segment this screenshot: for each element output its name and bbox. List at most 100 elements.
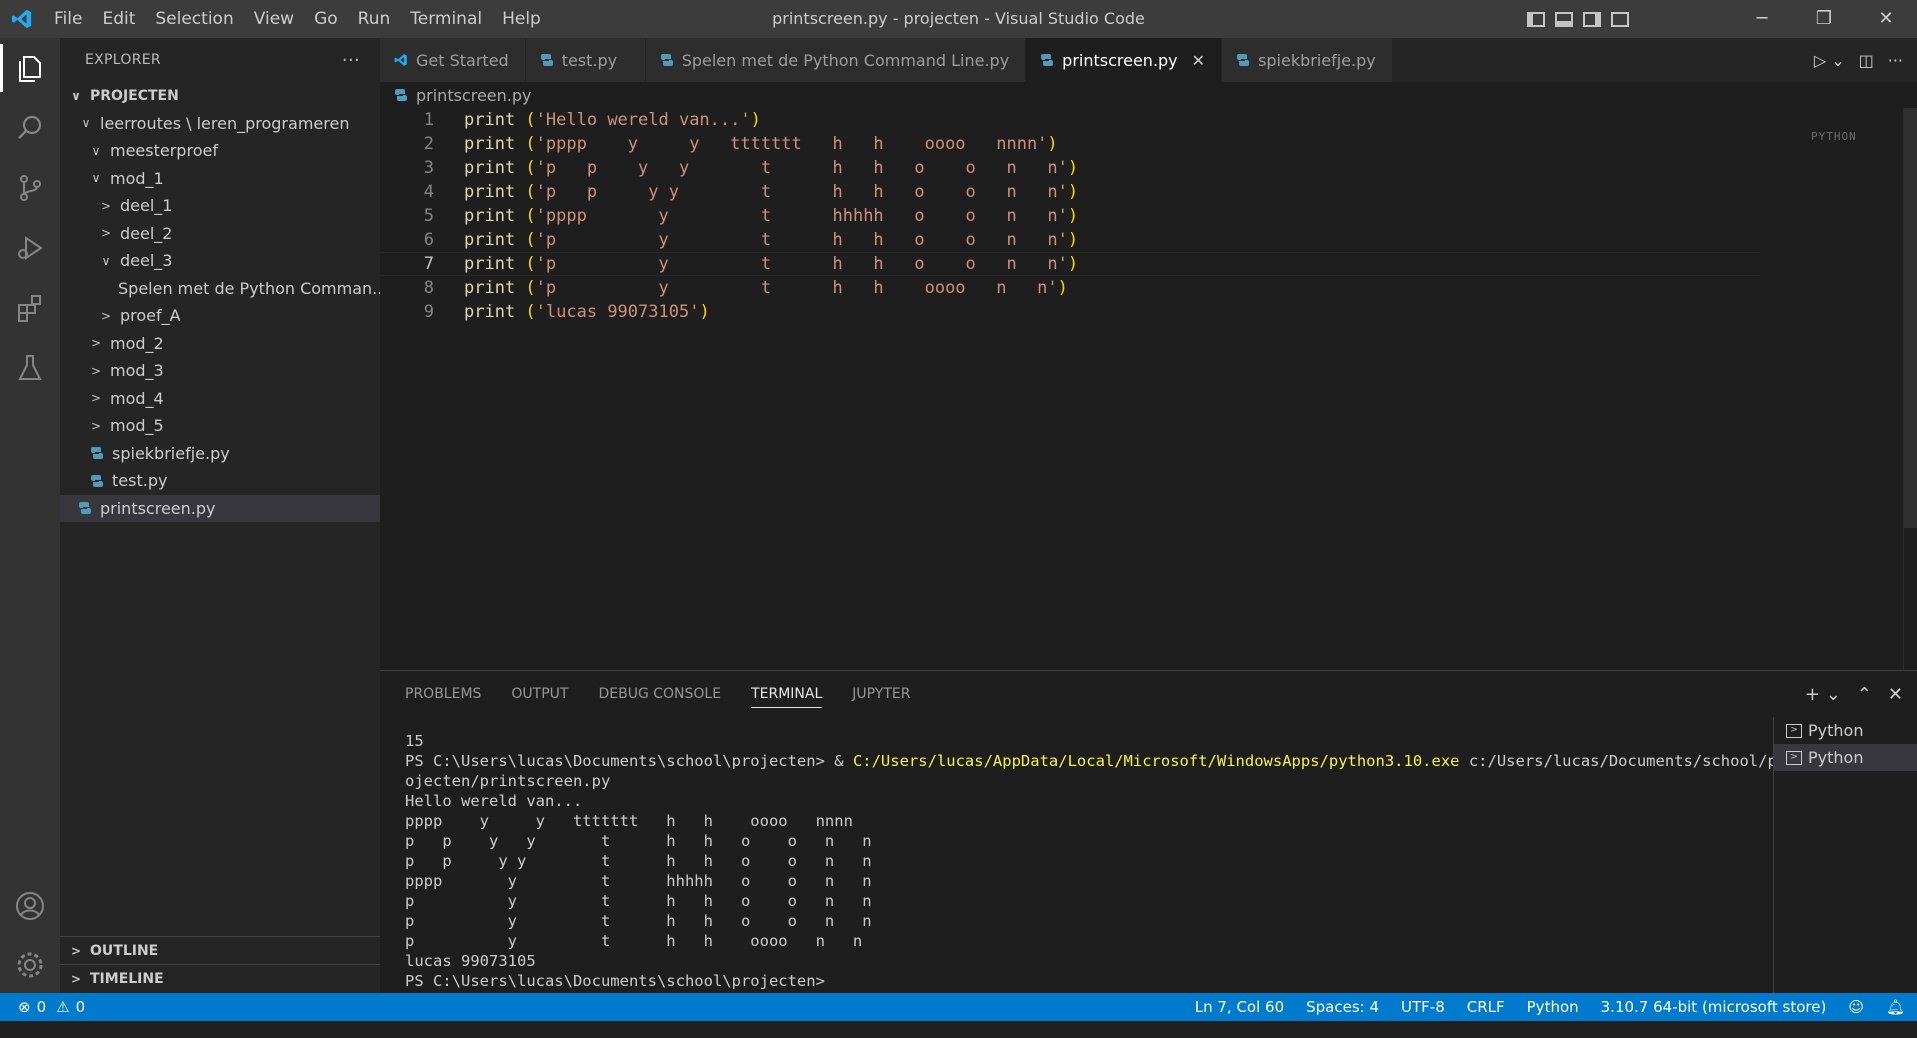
tab-jupyter[interactable]: JUPYTER xyxy=(852,686,910,702)
code-line[interactable]: 5 print ('pppp y t hhhhh o o n n') xyxy=(380,204,1917,228)
python-icon xyxy=(540,54,553,66)
split-editor-icon[interactable]: ◫ xyxy=(1859,51,1874,70)
menu-view[interactable]: View xyxy=(244,0,304,38)
file-item[interactable]: Spelen met de Python Comman... xyxy=(60,275,380,303)
tab-output[interactable]: OUTPUT xyxy=(511,686,568,702)
code-line[interactable]: 4 print ('p p y y t h h o o n n') xyxy=(380,180,1917,204)
tree-item-label: deel_3 xyxy=(120,251,173,271)
language-mode[interactable]: Python xyxy=(1527,998,1579,1016)
extensions-icon[interactable] xyxy=(0,278,60,338)
breadcrumb-file[interactable]: printscreen.py xyxy=(416,86,532,105)
minimap[interactable]: PYTHON xyxy=(1811,108,1903,143)
tree-item-label: printscreen.py xyxy=(100,498,216,518)
file-item[interactable]: printscreen.py xyxy=(60,494,380,522)
terminal-output[interactable]: 15 PS C:\Users\lucas\Documents\school\pro… xyxy=(405,731,1786,993)
chevron-down-icon: ∨ xyxy=(71,88,81,103)
explorer-icon[interactable] xyxy=(0,38,60,98)
notifications-bell-icon[interactable]: 🔔︎ xyxy=(1886,998,1905,1016)
code-line[interactable]: 2 print ('pppp y y ttttttt h h oooo nnnn'… xyxy=(380,132,1917,156)
restore-button[interactable]: ❐ xyxy=(1793,0,1855,38)
menu-terminal[interactable]: Terminal xyxy=(400,0,492,38)
tab-terminal[interactable]: TERMINAL xyxy=(751,680,823,708)
tab-debug-console[interactable]: DEBUG CONSOLE xyxy=(598,686,721,702)
folder-item[interactable]: > mod_4 xyxy=(60,385,380,413)
close-tab-icon[interactable]: ✕ xyxy=(1192,51,1205,70)
toggle-secondary-sidebar-icon[interactable] xyxy=(1583,11,1601,27)
menu-selection[interactable]: Selection xyxy=(145,0,243,38)
editor-tab[interactable]: spiekbriefje.py xyxy=(1222,38,1393,82)
code-line[interactable]: 9 print ('lucas 99073105') xyxy=(380,300,1917,324)
source-control-icon[interactable] xyxy=(0,158,60,218)
maximize-panel-icon[interactable]: ⌃ xyxy=(1857,684,1872,705)
outline-section[interactable]: > OUTLINE xyxy=(60,936,380,965)
tree-item-label: meesterproef xyxy=(110,141,218,161)
code-editor[interactable]: 1 print ('Hello wereld van...') 2 print ('p… xyxy=(380,108,1917,670)
toggle-panel-icon[interactable] xyxy=(1555,11,1573,27)
editor-tab[interactable]: Get Started xyxy=(380,38,526,82)
code-line[interactable]: 3 print ('p p y y t h h o o n n') xyxy=(380,156,1917,180)
workspace-root[interactable]: ∨ PROJECTEN xyxy=(60,82,380,110)
account-icon[interactable] xyxy=(0,876,60,936)
chevron-right-icon: > xyxy=(90,363,102,378)
minimize-button[interactable]: ─ xyxy=(1731,0,1793,38)
customize-layout-icon[interactable] xyxy=(1611,11,1629,27)
indentation[interactable]: Spaces: 4 xyxy=(1306,998,1379,1016)
folder-item[interactable]: ∨ mod_1 xyxy=(60,165,380,193)
code-line[interactable]: 8 print ('p y t h h oooo n n') xyxy=(380,276,1917,300)
search-icon[interactable] xyxy=(0,98,60,158)
editor-tab[interactable]: test.py xyxy=(525,38,646,82)
menu-help[interactable]: Help xyxy=(492,0,551,38)
encoding[interactable]: UTF-8 xyxy=(1401,998,1445,1016)
cursor-position[interactable]: Ln 7, Col 60 xyxy=(1195,998,1284,1016)
terminal-item[interactable]: > Python xyxy=(1774,717,1917,744)
testing-icon[interactable] xyxy=(0,338,60,398)
code-line[interactable]: 1 print ('Hello wereld van...') xyxy=(380,108,1917,132)
vscode-icon xyxy=(394,54,407,66)
terminal-line: Hello wereld van... xyxy=(405,792,583,810)
breadcrumb[interactable]: printscreen.py xyxy=(380,82,1917,108)
folder-item[interactable]: ∨ deel_3 xyxy=(60,247,380,275)
file-item[interactable]: spiekbriefje.py xyxy=(60,440,380,468)
menu-go[interactable]: Go xyxy=(304,0,348,38)
editor-tab[interactable]: Spelen met de Python Command Line.py xyxy=(645,38,1027,82)
close-window-button[interactable]: ✕ xyxy=(1855,0,1917,38)
tab-label: Get Started xyxy=(416,50,509,70)
close-panel-icon[interactable]: ✕ xyxy=(1888,684,1903,705)
activity-bar xyxy=(0,38,60,993)
timeline-section[interactable]: > TIMELINE xyxy=(60,964,380,993)
more-actions-icon[interactable]: ··· xyxy=(1888,51,1903,70)
code-line[interactable]: 6 print ('p y t h h o o n n') xyxy=(380,228,1917,252)
problems-indicator[interactable]: ⊗ 0 ⚠ 0 xyxy=(0,998,85,1016)
folder-item[interactable]: > deel_1 xyxy=(60,192,380,220)
feedback-icon[interactable]: ☺ xyxy=(1848,998,1864,1016)
menu-run[interactable]: Run xyxy=(348,0,401,38)
folder-item[interactable]: > proef_A xyxy=(60,302,380,330)
terminal-line: p y t h h oooo n n xyxy=(405,932,863,950)
end-of-line[interactable]: CRLF xyxy=(1467,998,1505,1016)
more-actions-icon[interactable]: ··· xyxy=(342,50,360,71)
menu-edit[interactable]: Edit xyxy=(92,0,145,38)
new-terminal-icon[interactable]: + ⌄ xyxy=(1805,684,1841,705)
code-line[interactable]: 7 print ('p y t h h o o n n') xyxy=(380,252,1760,276)
settings-gear-icon[interactable] xyxy=(0,935,60,995)
folder-item[interactable]: > mod_5 xyxy=(60,412,380,440)
folder-item[interactable]: > mod_2 xyxy=(60,330,380,358)
tab-problems[interactable]: PROBLEMS xyxy=(405,686,481,702)
folder-item[interactable]: ∨ meesterproef xyxy=(60,137,380,165)
folder-item[interactable]: > deel_2 xyxy=(60,220,380,248)
run-debug-icon[interactable] xyxy=(0,218,60,278)
folder-item[interactable]: ∨ leerroutes \ leren_programeren xyxy=(60,110,380,138)
menu-file[interactable]: File xyxy=(44,0,92,38)
file-item[interactable]: test.py xyxy=(60,467,380,495)
scrollbar-thumb[interactable] xyxy=(1904,108,1917,528)
python-interpreter[interactable]: 3.10.7 64-bit (microsoft store) xyxy=(1601,998,1827,1016)
toggle-sidebar-icon[interactable] xyxy=(1527,11,1545,27)
code-text: print ('lucas 99073105') xyxy=(464,302,710,322)
terminal-item-active[interactable]: > Python xyxy=(1774,744,1917,771)
chevron-right-icon: > xyxy=(90,418,102,433)
editor-scrollbar[interactable] xyxy=(1903,108,1917,670)
folder-item[interactable]: > mod_3 xyxy=(60,357,380,385)
editor-tab-active[interactable]: printscreen.py ✕ xyxy=(1026,38,1223,82)
chevron-right-icon: > xyxy=(100,308,112,323)
run-python-file-icon[interactable]: ▷ ⌄ xyxy=(1814,51,1845,70)
